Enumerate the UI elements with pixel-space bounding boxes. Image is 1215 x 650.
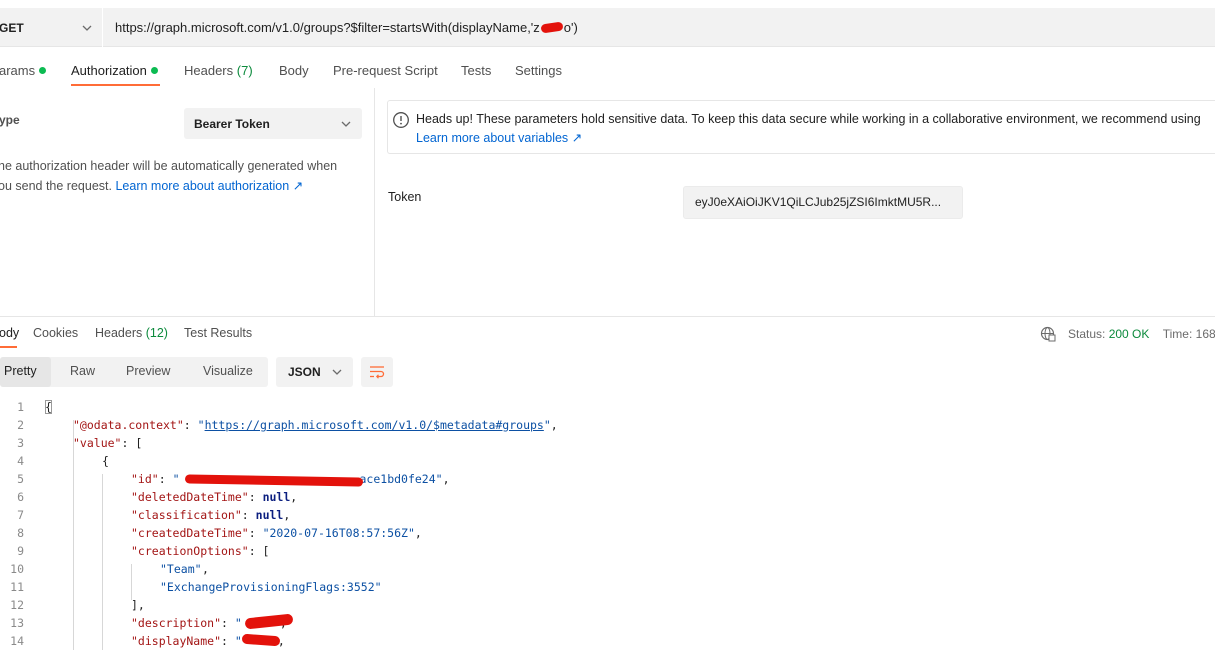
url-text-mid: z bbox=[533, 20, 540, 35]
code-line: 10 "Team", bbox=[10, 562, 209, 576]
info-icon bbox=[393, 112, 409, 128]
view-visualize-button[interactable]: Visualize bbox=[203, 364, 253, 378]
code-line: 2 "@odata.context": "https://graph.micros… bbox=[17, 418, 558, 432]
wrap-lines-icon bbox=[370, 366, 385, 379]
chevron-down-icon bbox=[332, 369, 342, 375]
learn-more-authorization-link[interactable]: Learn more about authorization ↗ bbox=[115, 179, 303, 193]
response-tab-body[interactable]: ody bbox=[0, 326, 19, 340]
token-input[interactable]: eyJ0eXAiOiJKV1QiLCJub25jZSI6ImktMU5R... bbox=[683, 186, 963, 219]
request-tabs: arams Authorization Headers (7) Body Pre… bbox=[0, 47, 1215, 87]
type-label: ype bbox=[0, 113, 20, 127]
auth-type-value: Bearer Token bbox=[194, 116, 270, 131]
auth-description: he authorization header will be automati… bbox=[0, 159, 338, 193]
view-preview-button[interactable]: Preview bbox=[126, 364, 170, 378]
code-line: 4{ bbox=[17, 454, 109, 468]
response-tab-cookies[interactable]: Cookies bbox=[33, 326, 78, 340]
code-line: 3 "value": [ bbox=[17, 436, 143, 450]
tab-pre-request-script[interactable]: Pre-request Script bbox=[333, 63, 438, 78]
view-pretty-button[interactable]: Pretty bbox=[4, 364, 37, 378]
code-line: 8 "createdDateTime": "2020-07-16T08:57:56… bbox=[17, 526, 422, 540]
tab-headers[interactable]: Headers (7) bbox=[184, 63, 253, 78]
response-tab-test-results[interactable]: Test Results bbox=[184, 326, 252, 340]
learn-more-variables-link[interactable]: Learn more about variables ↗ bbox=[416, 130, 582, 145]
code-line: 11 "ExchangeProvisioningFlags:3552" bbox=[10, 580, 382, 594]
code-line: 1{ bbox=[17, 400, 52, 414]
wrap-lines-button[interactable] bbox=[361, 357, 393, 387]
format-value: JSON bbox=[288, 365, 321, 379]
redaction-mark bbox=[540, 21, 564, 34]
code-line: 5 "id": " ace1bd0fe24", bbox=[17, 472, 450, 486]
response-active-tab-indicator bbox=[0, 346, 17, 348]
tab-body[interactable]: Body bbox=[279, 63, 309, 78]
code-line: 9 "creationOptions": [ bbox=[17, 544, 270, 558]
tab-tests[interactable]: Tests bbox=[461, 63, 491, 78]
globe-icon[interactable] bbox=[1040, 326, 1056, 342]
metadata-link[interactable]: https://graph.microsoft.com/v1.0/$metada… bbox=[205, 418, 544, 432]
response-tab-headers[interactable]: Headers (12) bbox=[95, 326, 168, 340]
panel-divider bbox=[0, 316, 1215, 317]
params-status-dot bbox=[39, 67, 47, 74]
url-input[interactable]: https://graph.microsoft.com/v1.0/groups?… bbox=[104, 8, 1215, 47]
method-select[interactable]: GET bbox=[0, 8, 103, 47]
token-label: Token bbox=[388, 190, 422, 204]
view-raw-button[interactable]: Raw bbox=[70, 364, 95, 378]
chevron-down-icon bbox=[82, 25, 92, 31]
tab-params[interactable]: arams bbox=[0, 63, 47, 78]
auth-status-dot bbox=[150, 67, 158, 74]
tab-authorization[interactable]: Authorization bbox=[71, 63, 158, 78]
code-line: 7 "classification": null, bbox=[17, 508, 291, 522]
code-line: 6 "deletedDateTime": null, bbox=[17, 490, 298, 504]
url-text-end: o') bbox=[563, 20, 578, 35]
auth-type-panel: ype Bearer Token he authorization header… bbox=[0, 88, 375, 316]
url-bar: GET https://graph.microsoft.com/v1.0/gro… bbox=[0, 8, 1215, 47]
format-select[interactable]: JSON bbox=[276, 357, 353, 387]
chevron-down-icon bbox=[341, 121, 351, 127]
view-mode-group: Pretty Raw Preview Visualize bbox=[0, 357, 268, 387]
code-line: 14 "displayName": ", bbox=[10, 634, 285, 648]
code-line: 13"description": ", bbox=[10, 616, 287, 630]
notice-text: Heads up! These parameters hold sensitiv… bbox=[416, 112, 1201, 126]
url-text-start: https://graph.microsoft.com/v1.0/groups?… bbox=[115, 20, 534, 35]
tab-settings[interactable]: Settings bbox=[515, 63, 562, 78]
status-value: 200 OK bbox=[1108, 327, 1150, 341]
response-status: Status: 200 OK Time: 1681 bbox=[1040, 326, 1215, 342]
auth-type-select[interactable]: Bearer Token bbox=[184, 108, 362, 139]
method-label: GET bbox=[0, 20, 24, 35]
active-tab-indicator bbox=[71, 84, 160, 86]
code-line: 12], bbox=[10, 598, 145, 612]
sensitive-data-notice: Heads up! These parameters hold sensitiv… bbox=[387, 100, 1215, 154]
time-value: 1681 bbox=[1195, 327, 1215, 341]
